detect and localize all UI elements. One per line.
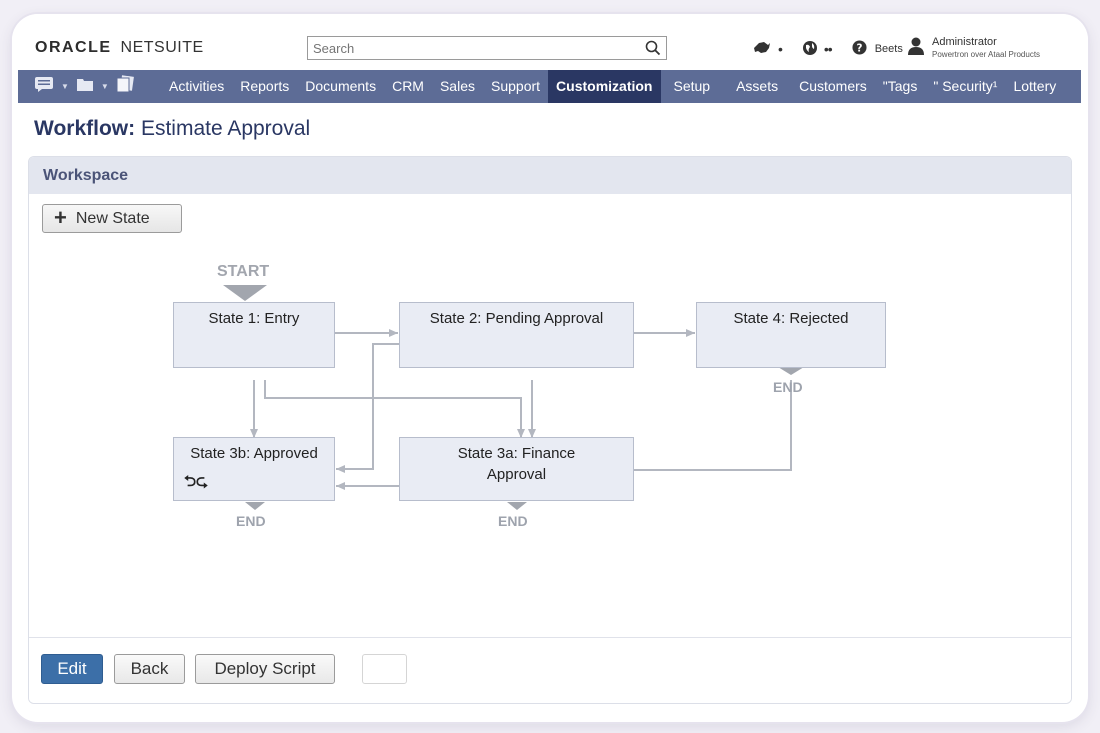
more-dots-icon[interactable]: ••: [824, 41, 833, 57]
search-input[interactable]: [308, 37, 638, 59]
messages-icon[interactable]: [34, 76, 54, 97]
logo-oracle: ORACLE: [35, 39, 112, 56]
transition-s2-s3b[interactable]: [336, 343, 399, 473]
header-tools: • •• ? Beets: [752, 38, 903, 60]
state-rejected[interactable]: State 4: Rejected: [696, 302, 886, 368]
nav-customization[interactable]: Customization: [548, 70, 661, 103]
end-label: END: [498, 513, 528, 529]
nav-security[interactable]: " Security¹: [925, 70, 1005, 103]
help-icon[interactable]: ?: [852, 40, 867, 58]
more-actions-button[interactable]: [362, 654, 407, 684]
transition-s3a-s4[interactable]: [634, 380, 792, 471]
more-dots-icon[interactable]: •: [778, 41, 783, 57]
end-marker-icon: [507, 502, 527, 510]
state-approved-label: State 3b: Approved: [190, 445, 318, 462]
page-title: Workflow: Estimate Approval: [34, 117, 310, 141]
nav-crm[interactable]: CRM: [384, 70, 432, 103]
workspace-title: Workspace: [29, 157, 1071, 194]
nav-reports[interactable]: Reports: [232, 70, 297, 103]
loop-arrows-icon: ⮌⮎: [184, 473, 209, 490]
nav-lottery[interactable]: Lottery: [1005, 70, 1064, 103]
recent-folder-icon[interactable]: [76, 76, 94, 97]
nav-documents[interactable]: Documents: [297, 70, 384, 103]
transition-s1-s3a[interactable]: [264, 380, 525, 438]
nav-activities[interactable]: Activities: [161, 70, 232, 103]
workflow-diagram: START State 1: Entry State 2: Pending Ap…: [29, 194, 1071, 640]
user-avatar-icon: [907, 36, 925, 61]
recent-records-icon[interactable]: [752, 39, 772, 60]
shortcuts-icon[interactable]: [116, 75, 134, 98]
main-nav: ▼ ▼ Activities Reports Documents CRM Sal…: [18, 70, 1081, 103]
nav-sales[interactable]: Sales: [432, 70, 483, 103]
chevron-down-icon[interactable]: ▼: [101, 82, 109, 91]
state-finance-approval-line2: Approval: [486, 466, 547, 483]
nav-assets[interactable]: Assets: [723, 70, 791, 103]
nav-shortcuts: ▼ ▼: [18, 75, 161, 98]
state-entry[interactable]: State 1: Entry: [173, 302, 335, 368]
start-arrow-icon: [223, 285, 267, 301]
back-button[interactable]: Back: [114, 654, 185, 684]
chevron-down-icon[interactable]: ▼: [61, 82, 69, 91]
global-search: [307, 36, 667, 60]
transition-lines: [223, 285, 804, 510]
help-label[interactable]: Beets: [875, 43, 903, 55]
svg-text:?: ?: [856, 42, 862, 54]
page-title-type: Workflow:: [34, 117, 136, 140]
oracle-netsuite-logo[interactable]: ORACLE NETSUITE: [35, 39, 204, 57]
nav-setup[interactable]: Setup: [661, 70, 724, 103]
end-label: END: [236, 513, 266, 529]
nav-support[interactable]: Support: [483, 70, 548, 103]
app-window: ORACLE NETSUITE • •• ? Beets: [12, 14, 1088, 722]
state-pending-approval[interactable]: State 2: Pending Approval: [399, 302, 634, 368]
user-name: Administrator: [932, 36, 997, 48]
deploy-script-button[interactable]: Deploy Script: [195, 654, 335, 684]
end-marker-icon: [778, 367, 804, 375]
start-label: START: [217, 263, 270, 280]
page-title-name: Estimate Approval: [140, 117, 311, 140]
state-approved[interactable]: State 3b: Approved ⮌⮎: [173, 437, 335, 501]
logo-netsuite: NETSUITE: [120, 39, 204, 56]
workspace-footer: Edit Back Deploy Script: [29, 637, 1071, 703]
state-finance-approval-line1: State 3a: Finance: [457, 445, 576, 462]
nav-tags[interactable]: "Tags: [875, 70, 926, 103]
workspace-panel: Workspace + New State START State 1: Ent…: [28, 156, 1072, 704]
state-finance-approval[interactable]: State 3a: Finance Approval: [399, 437, 634, 501]
user-menu[interactable]: Administrator Powertron over Ataal Produ…: [907, 36, 1040, 61]
search-icon[interactable]: [645, 40, 661, 61]
user-role: Powertron over Ataal Products: [932, 50, 1041, 59]
nav-customers[interactable]: Customers: [791, 70, 875, 103]
globe-icon[interactable]: [802, 40, 818, 59]
end-label: END: [773, 379, 803, 395]
end-marker-icon: [245, 502, 265, 510]
edit-button[interactable]: Edit: [41, 654, 103, 684]
global-header: ORACLE NETSUITE • •• ? Beets: [12, 14, 1088, 70]
